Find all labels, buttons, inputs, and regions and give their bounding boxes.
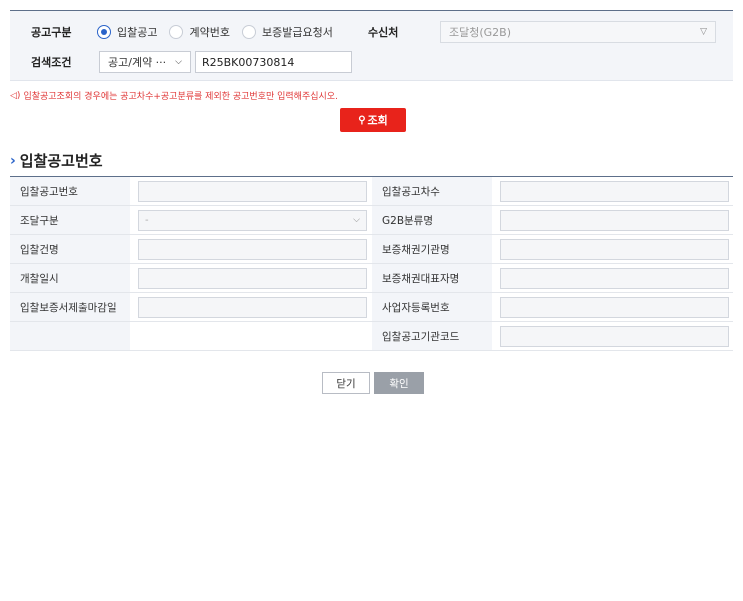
field-label: 조달구분 <box>10 206 130 234</box>
notice-type-row: 공고구분 입찰공고 계약번호 보증발급요청서 <box>31 20 345 44</box>
field-value <box>492 264 733 292</box>
radio-contract-number[interactable]: 계약번호 <box>169 24 230 40</box>
radio-guarantee-request[interactable]: 보증발급요청서 <box>241 24 333 40</box>
table-row: 입찰보증서제출마감일 사업자등록번호 <box>10 293 733 322</box>
table-row: 입찰공고기관코드 <box>10 322 733 351</box>
obligee-name-field[interactable] <box>500 238 729 260</box>
bid-notice-round-field[interactable] <box>500 180 729 202</box>
field-value <box>130 293 372 321</box>
obligee-representative-field[interactable] <box>500 267 729 289</box>
recipient-select[interactable]: 조달청(G2B) ▽ <box>440 21 716 43</box>
field-value <box>492 293 733 321</box>
section-title: › 입찰공고번호 <box>10 150 103 171</box>
business-number-field[interactable] <box>500 296 729 318</box>
search-panel: 공고구분 입찰공고 계약번호 보증발급요청서 수신처 조달청(G2B) ▽ 검색… <box>10 10 733 81</box>
bid-notice-number-field[interactable] <box>138 180 367 202</box>
field-label: 입찰건명 <box>10 235 130 263</box>
table-row: 입찰공고번호 입찰공고차수 <box>10 177 733 206</box>
condition-select-value: 공고/계약 ··· <box>108 56 167 69</box>
notice-text: 입찰공고조회의 경우에는 공고차수+공고분류를 제외한 공고번호만 입력해주십시… <box>23 92 338 102</box>
procurement-type-value: - <box>145 214 149 226</box>
radio-dot-icon <box>241 25 256 39</box>
field-label: 보증채권기관명 <box>372 235 492 263</box>
field-label: 보증채권대표자명 <box>372 264 492 292</box>
condition-label: 검색조건 <box>31 56 72 69</box>
radio-bid-notice[interactable]: 입찰공고 <box>97 24 157 40</box>
field-label: 입찰공고차수 <box>372 177 492 205</box>
opening-datetime-field[interactable] <box>138 267 367 289</box>
chevron-down-icon: ▽ <box>700 27 707 37</box>
bid-title-field[interactable] <box>138 238 367 260</box>
field-value <box>492 206 733 234</box>
agency-code-field[interactable] <box>500 325 729 347</box>
bond-deadline-field[interactable] <box>138 296 367 318</box>
field-value <box>130 264 372 292</box>
field-label <box>10 322 130 350</box>
condition-input[interactable] <box>195 51 352 73</box>
radio-contract-number-label: 계약번호 <box>189 26 230 39</box>
notice-type-label: 공고구분 <box>31 26 72 39</box>
confirm-button[interactable]: 확인 <box>374 372 424 394</box>
g2b-category-field[interactable] <box>500 209 729 231</box>
notice-type-radio-group: 입찰공고 계약번호 보증발급요청서 <box>97 24 345 40</box>
table-row: 개찰일시 보증채권대표자명 <box>10 264 733 293</box>
condition-row: 검색조건 공고/계약 ··· ⌵ <box>31 50 352 74</box>
field-value: - ⌵ <box>130 206 372 234</box>
field-label: 입찰공고기관코드 <box>372 322 492 350</box>
radio-guarantee-request-label: 보증발급요청서 <box>261 26 333 39</box>
chevron-right-icon: › <box>10 152 16 169</box>
detail-table: 입찰공고번호 입찰공고차수 조달구분 - ⌵ G2B분류명 입찰건명 보증채권기… <box>10 176 733 351</box>
radio-dot-icon <box>97 25 111 39</box>
close-button[interactable]: 닫기 <box>322 372 370 394</box>
field-label: 개찰일시 <box>10 264 130 292</box>
field-label: 입찰보증서제출마감일 <box>10 293 130 321</box>
field-value <box>492 235 733 263</box>
field-value <box>492 177 733 205</box>
field-label: 입찰공고번호 <box>10 177 130 205</box>
recipient-label: 수신처 <box>368 26 399 39</box>
section-title-text: 입찰공고번호 <box>19 152 103 170</box>
field-label: 사업자등록번호 <box>372 293 492 321</box>
radio-dot-icon <box>169 25 184 39</box>
action-buttons: 닫기 확인 <box>322 372 424 394</box>
chevron-down-icon: ⌵ <box>175 57 182 67</box>
recipient-row: 수신처 조달청(G2B) ▽ <box>368 20 716 44</box>
speaker-icon: ◁) <box>10 90 21 101</box>
table-row: 조달구분 - ⌵ G2B분류명 <box>10 206 733 235</box>
field-value <box>130 177 372 205</box>
table-row: 입찰건명 보증채권기관명 <box>10 235 733 264</box>
condition-select[interactable]: 공고/계약 ··· ⌵ <box>99 51 191 73</box>
search-button-label: 조회 <box>367 115 388 127</box>
notice-message: ◁) 입찰공고조회의 경우에는 공고차수+공고분류를 제외한 공고번호만 입력해… <box>10 89 338 103</box>
radio-bid-notice-label: 입찰공고 <box>117 26 158 39</box>
chevron-down-icon: ⌵ <box>353 215 360 225</box>
search-button[interactable]: ⚲ 조회 <box>340 108 406 132</box>
field-label: G2B분류명 <box>372 206 492 234</box>
recipient-select-value: 조달청(G2B) <box>449 26 512 39</box>
field-value <box>130 322 372 350</box>
field-value <box>492 322 733 350</box>
search-icon: ⚲ <box>358 114 366 126</box>
field-value <box>130 235 372 263</box>
procurement-type-select[interactable]: - ⌵ <box>138 209 367 231</box>
